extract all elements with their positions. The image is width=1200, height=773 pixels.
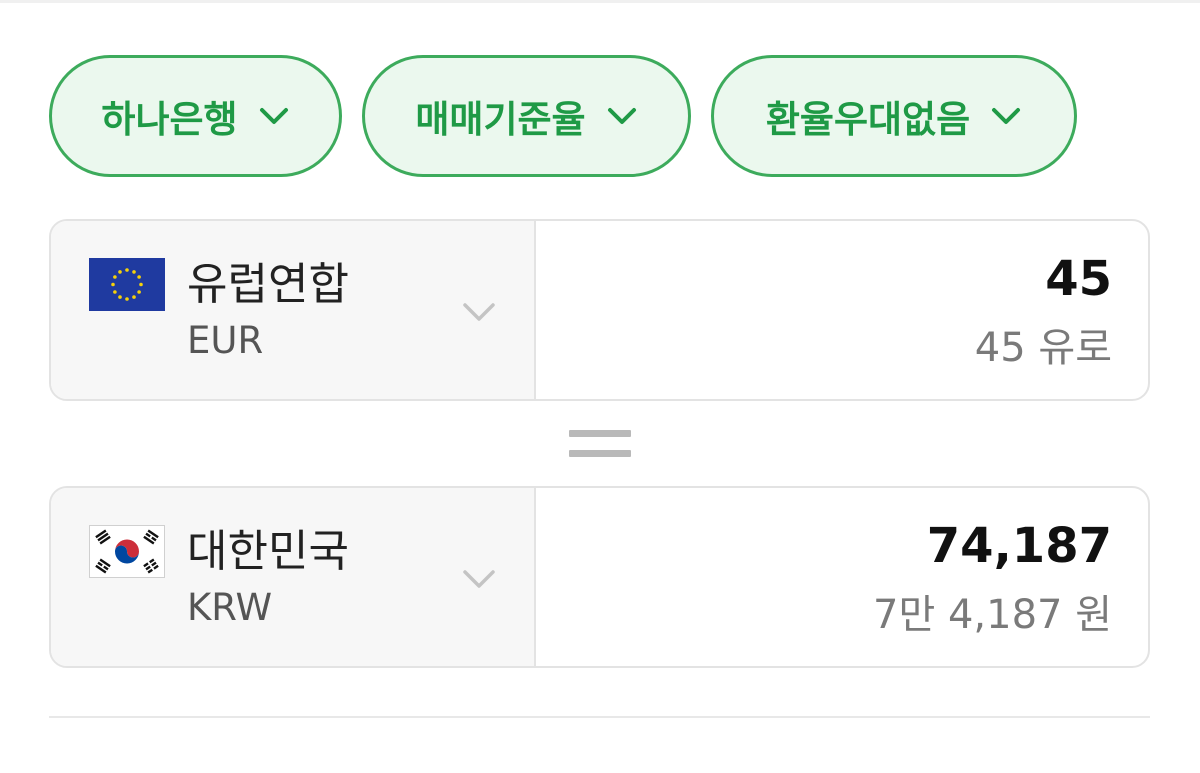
filter-chips: 하나은행 매매기준율 환율우대없음	[49, 55, 1077, 177]
from-currency-box: 유럽연합 EUR 45 45 유로	[49, 219, 1150, 401]
from-amount-words: 45 유로	[974, 325, 1112, 371]
from-country-name: 유럽연합	[187, 259, 349, 310]
chevron-down-icon	[607, 108, 636, 124]
chevron-down-icon	[463, 303, 495, 321]
equals-icon	[569, 428, 631, 460]
from-amount-area[interactable]: 45 45 유로	[536, 221, 1148, 399]
to-country-name: 대한민국	[187, 526, 349, 577]
bottom-divider	[49, 716, 1150, 718]
from-currency-selector[interactable]: 유럽연합 EUR	[51, 221, 536, 399]
preferential-rate-chip[interactable]: 환율우대없음	[711, 55, 1077, 177]
bank-select-label: 하나은행	[101, 98, 238, 141]
to-currency-code: KRW	[187, 586, 273, 629]
top-divider	[0, 0, 1200, 3]
chevron-down-icon	[463, 570, 495, 588]
korea-flag-icon	[89, 525, 165, 578]
to-currency-box: 대한민국 KRW 74,187 7만 4,187 원	[49, 486, 1150, 668]
preferential-rate-label: 환율우대없음	[765, 98, 971, 141]
eu-flag-icon	[89, 258, 165, 311]
to-amount-input[interactable]: 74,187	[927, 516, 1112, 576]
from-amount-input[interactable]: 45	[1045, 249, 1112, 309]
to-amount-area[interactable]: 74,187 7만 4,187 원	[536, 488, 1148, 666]
chevron-down-icon	[992, 108, 1021, 124]
rate-type-chip[interactable]: 매매기준율	[362, 55, 691, 177]
bank-select-chip[interactable]: 하나은행	[49, 55, 342, 177]
chevron-down-icon	[259, 108, 288, 124]
to-amount-words: 7만 4,187 원	[873, 592, 1112, 638]
rate-type-label: 매매기준율	[415, 98, 586, 141]
currency-converter: 하나은행 매매기준율 환율우대없음 유럽연합 EUR 45 45 유로 대한민국…	[0, 0, 1200, 773]
from-currency-code: EUR	[187, 319, 264, 362]
to-currency-selector[interactable]: 대한민국 KRW	[51, 488, 536, 666]
